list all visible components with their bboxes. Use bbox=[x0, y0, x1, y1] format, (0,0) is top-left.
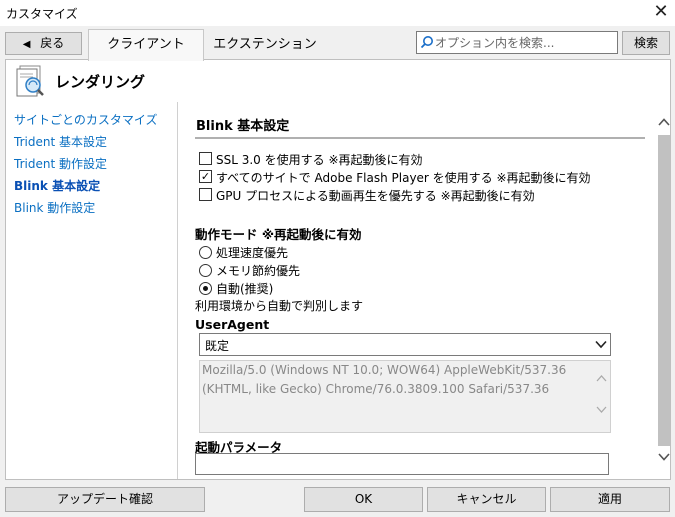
ssl3-label: SSL 3.0 を使用する ※再起動後に有効 bbox=[216, 153, 423, 167]
heading-divider bbox=[195, 137, 645, 139]
sidebar-item-trident-behavior[interactable]: Trident 動作設定 bbox=[14, 155, 107, 172]
search-button[interactable]: 検索 bbox=[622, 31, 670, 55]
gpu-video-checkbox[interactable] bbox=[199, 188, 212, 201]
mode-memory-radio[interactable] bbox=[199, 264, 212, 277]
useragent-heading: UserAgent bbox=[195, 317, 270, 332]
sidebar-item-site-customize[interactable]: サイトごとのカスタマイズ bbox=[14, 111, 158, 128]
useragent-select[interactable]: 既定 bbox=[199, 333, 611, 356]
ssl3-checkbox[interactable] bbox=[199, 152, 212, 165]
useragent-select-value: 既定 bbox=[205, 339, 230, 353]
mode-description: 利用環境から自動で判別します bbox=[195, 299, 364, 313]
sidebar-item-trident-basic[interactable]: Trident 基本設定 bbox=[14, 133, 107, 150]
ok-button[interactable]: OK bbox=[304, 487, 423, 512]
mode-auto-radio[interactable] bbox=[199, 282, 212, 295]
back-arrow-icon: ◀ bbox=[22, 39, 31, 50]
scroll-up-icon[interactable] bbox=[658, 118, 670, 126]
cancel-button[interactable]: キャンセル bbox=[427, 487, 546, 512]
update-check-button[interactable]: アップデート確認 bbox=[5, 487, 205, 512]
tab-extension[interactable]: エクステンション bbox=[204, 32, 326, 58]
mode-speed-label: 処理速度優先 bbox=[216, 246, 289, 260]
mode-speed-radio[interactable] bbox=[199, 246, 212, 259]
tab-client[interactable]: クライアント bbox=[88, 29, 204, 61]
checkmark-icon: ✓ bbox=[200, 170, 211, 183]
useragent-text-line2: (KHTML, like Gecko) Chrome/76.0.3809.100… bbox=[202, 382, 550, 396]
title-bar bbox=[0, 0, 675, 26]
flash-label: すべてのサイトで Adobe Flash Player を使用する ※再起動後に… bbox=[216, 171, 591, 185]
back-button[interactable]: ◀ 戻る bbox=[5, 32, 82, 55]
window-title: カスタマイズ bbox=[6, 7, 78, 21]
sidebar: サイトごとのカスタマイズ Trident 基本設定 Trident 動作設定 B… bbox=[6, 102, 178, 479]
back-button-label: 戻る bbox=[40, 36, 65, 50]
gpu-video-label: GPU プロセスによる動画再生を優先する ※再起動後に有効 bbox=[216, 189, 535, 203]
search-icon bbox=[420, 36, 433, 49]
apply-button[interactable]: 適用 bbox=[550, 487, 670, 512]
search-box[interactable] bbox=[416, 31, 618, 54]
useragent-textarea: Mozilla/5.0 (Windows NT 10.0; WOW64) App… bbox=[199, 360, 611, 433]
search-input[interactable] bbox=[435, 34, 613, 51]
scroll-down-icon[interactable] bbox=[658, 453, 670, 461]
sidebar-item-blink-behavior[interactable]: Blink 動作設定 bbox=[14, 199, 95, 216]
radio-selected-dot bbox=[203, 286, 208, 291]
useragent-text-line1: Mozilla/5.0 (Windows NT 10.0; WOW64) App… bbox=[202, 363, 567, 377]
chevron-down-icon bbox=[596, 406, 607, 413]
mode-auto-label: 自動(推奨) bbox=[216, 282, 274, 296]
sidebar-item-blink-basic[interactable]: Blink 基本設定 bbox=[14, 177, 100, 194]
mode-heading: 動作モード ※再起動後に有効 bbox=[195, 227, 362, 242]
close-icon[interactable]: ✕ bbox=[650, 1, 672, 23]
mode-memory-label: メモリ節約優先 bbox=[216, 264, 301, 278]
content-heading: Blink 基本設定 bbox=[196, 119, 290, 134]
chevron-down-icon bbox=[595, 340, 607, 349]
scrollbar-thumb[interactable] bbox=[658, 135, 670, 446]
content-scrollbar[interactable] bbox=[656, 112, 672, 469]
chevron-up-icon bbox=[596, 375, 607, 382]
flash-checkbox[interactable]: ✓ bbox=[199, 170, 212, 183]
section-title: レンダリング bbox=[55, 73, 146, 91]
params-input[interactable] bbox=[195, 453, 609, 475]
rendering-icon bbox=[16, 65, 44, 97]
